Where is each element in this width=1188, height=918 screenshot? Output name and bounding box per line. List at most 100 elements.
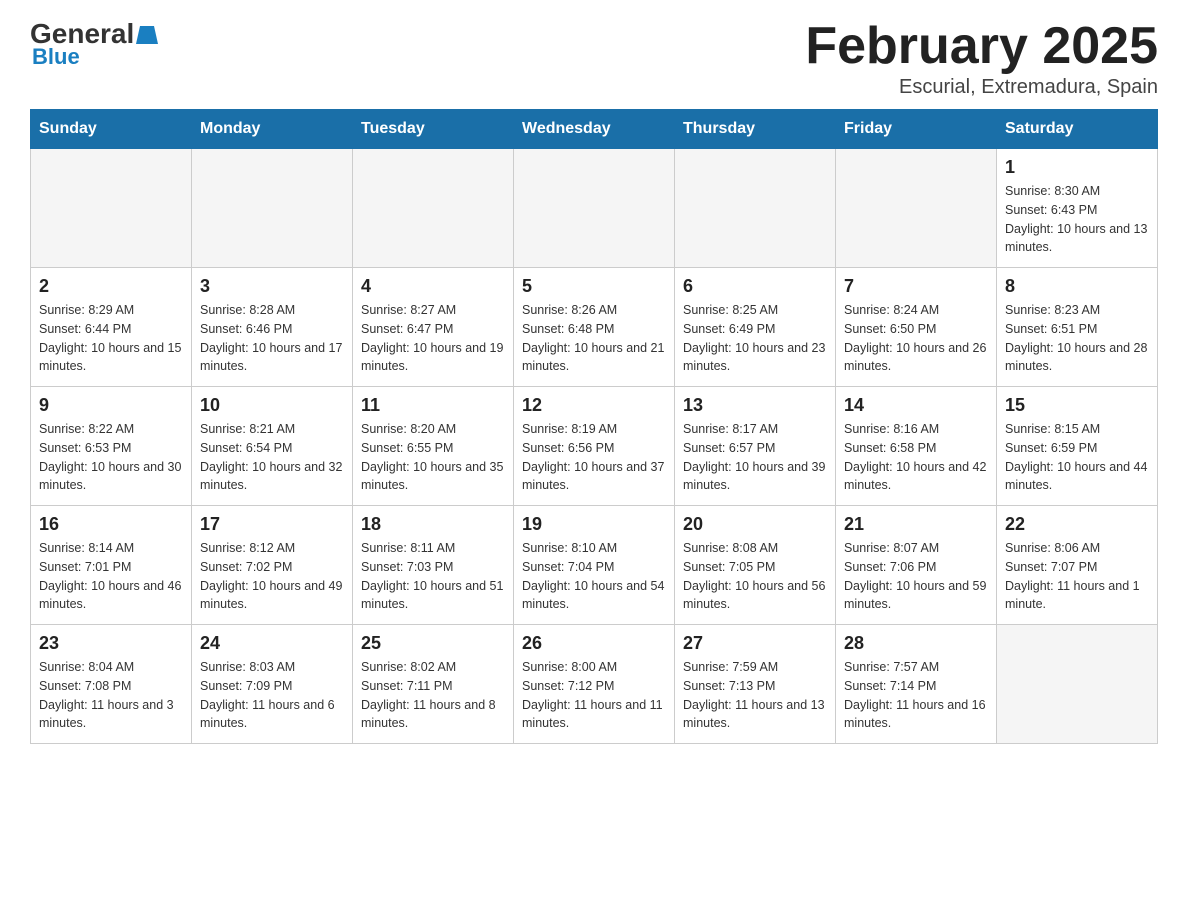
day-number: 14 [844, 395, 988, 416]
day-number: 20 [683, 514, 827, 535]
calendar-cell: 10 Sunrise: 8:21 AMSunset: 6:54 PMDayligh… [192, 387, 353, 506]
day-number: 13 [683, 395, 827, 416]
day-detail: Sunrise: 8:20 AMSunset: 6:55 PMDaylight:… [361, 420, 505, 495]
day-detail: Sunrise: 8:03 AMSunset: 7:09 PMDaylight:… [200, 658, 344, 733]
calendar-header-tuesday: Tuesday [353, 110, 514, 149]
day-detail: Sunrise: 8:10 AMSunset: 7:04 PMDaylight:… [522, 539, 666, 614]
day-number: 4 [361, 276, 505, 297]
day-number: 24 [200, 633, 344, 654]
day-number: 28 [844, 633, 988, 654]
day-number: 11 [361, 395, 505, 416]
logo: General Blue [30, 20, 158, 70]
day-number: 22 [1005, 514, 1149, 535]
day-detail: Sunrise: 8:17 AMSunset: 6:57 PMDaylight:… [683, 420, 827, 495]
day-number: 21 [844, 514, 988, 535]
calendar-cell [514, 149, 675, 268]
calendar-cell [353, 149, 514, 268]
day-detail: Sunrise: 8:14 AMSunset: 7:01 PMDaylight:… [39, 539, 183, 614]
day-number: 10 [200, 395, 344, 416]
calendar-header-monday: Monday [192, 110, 353, 149]
day-detail: Sunrise: 8:29 AMSunset: 6:44 PMDaylight:… [39, 301, 183, 376]
calendar-cell: 8 Sunrise: 8:23 AMSunset: 6:51 PMDaylight… [997, 268, 1158, 387]
calendar-cell [836, 149, 997, 268]
day-detail: Sunrise: 8:16 AMSunset: 6:58 PMDaylight:… [844, 420, 988, 495]
day-detail: Sunrise: 8:00 AMSunset: 7:12 PMDaylight:… [522, 658, 666, 733]
day-detail: Sunrise: 8:23 AMSunset: 6:51 PMDaylight:… [1005, 301, 1149, 376]
calendar-cell: 23Sunrise: 8:04 AMSunset: 7:08 PMDayligh… [31, 625, 192, 744]
title-area: February 2025 Escurial, Extremadura, Spa… [805, 20, 1158, 99]
day-number: 3 [200, 276, 344, 297]
calendar-cell: 28 Sunrise: 7:57 AMSunset: 7:14 PMDayligh… [836, 625, 997, 744]
day-detail: Sunrise: 8:22 AMSunset: 6:53 PMDaylight:… [39, 420, 183, 495]
day-detail: Sunrise: 8:28 AMSunset: 6:46 PMDaylight:… [200, 301, 344, 376]
calendar-cell: 21 Sunrise: 8:07 AMSunset: 7:06 PMDayligh… [836, 506, 997, 625]
month-title: February 2025 [805, 20, 1158, 72]
calendar-cell: 22 Sunrise: 8:06 AMSunset: 7:07 PMDayligh… [997, 506, 1158, 625]
day-number: 27 [683, 633, 827, 654]
calendar-header-saturday: Saturday [997, 110, 1158, 149]
calendar-cell: 3 Sunrise: 8:28 AMSunset: 6:46 PMDaylight… [192, 268, 353, 387]
day-detail: Sunrise: 8:27 AMSunset: 6:47 PMDaylight:… [361, 301, 505, 376]
calendar-cell: 14 Sunrise: 8:16 AMSunset: 6:58 PMDayligh… [836, 387, 997, 506]
day-detail: Sunrise: 8:15 AMSunset: 6:59 PMDaylight:… [1005, 420, 1149, 495]
calendar-week-row: 23Sunrise: 8:04 AMSunset: 7:08 PMDayligh… [31, 625, 1158, 744]
day-detail: Sunrise: 8:26 AMSunset: 6:48 PMDaylight:… [522, 301, 666, 376]
day-number: 23 [39, 633, 183, 654]
day-number: 7 [844, 276, 988, 297]
calendar-header-sunday: Sunday [31, 110, 192, 149]
day-detail: Sunrise: 8:25 AMSunset: 6:49 PMDaylight:… [683, 301, 827, 376]
calendar-cell: 13 Sunrise: 8:17 AMSunset: 6:57 PMDayligh… [675, 387, 836, 506]
day-number: 5 [522, 276, 666, 297]
calendar-cell: 17 Sunrise: 8:12 AMSunset: 7:02 PMDayligh… [192, 506, 353, 625]
page-header: General Blue February 2025 Escurial, Ext… [30, 20, 1158, 99]
day-detail: Sunrise: 8:30 AMSunset: 6:43 PMDaylight:… [1005, 182, 1149, 257]
day-number: 1 [1005, 157, 1149, 178]
calendar-cell: 5 Sunrise: 8:26 AMSunset: 6:48 PMDaylight… [514, 268, 675, 387]
calendar-cell: 16 Sunrise: 8:14 AMSunset: 7:01 PMDayligh… [31, 506, 192, 625]
calendar-cell: 15 Sunrise: 8:15 AMSunset: 6:59 PMDayligh… [997, 387, 1158, 506]
day-number: 18 [361, 514, 505, 535]
calendar-week-row: 9 Sunrise: 8:22 AMSunset: 6:53 PMDaylight… [31, 387, 1158, 506]
day-number: 26 [522, 633, 666, 654]
day-detail: Sunrise: 8:06 AMSunset: 7:07 PMDaylight:… [1005, 539, 1149, 614]
logo-triangle-icon [134, 24, 158, 44]
calendar-week-row: 1 Sunrise: 8:30 AMSunset: 6:43 PMDaylight… [31, 149, 1158, 268]
day-detail: Sunrise: 8:07 AMSunset: 7:06 PMDaylight:… [844, 539, 988, 614]
calendar-cell: 24 Sunrise: 8:03 AMSunset: 7:09 PMDayligh… [192, 625, 353, 744]
calendar-cell: 20 Sunrise: 8:08 AMSunset: 7:05 PMDayligh… [675, 506, 836, 625]
calendar-cell [997, 625, 1158, 744]
day-number: 16 [39, 514, 183, 535]
day-number: 12 [522, 395, 666, 416]
calendar-cell: 1 Sunrise: 8:30 AMSunset: 6:43 PMDaylight… [997, 149, 1158, 268]
day-detail: Sunrise: 8:24 AMSunset: 6:50 PMDaylight:… [844, 301, 988, 376]
calendar-cell: 11 Sunrise: 8:20 AMSunset: 6:55 PMDayligh… [353, 387, 514, 506]
day-detail: Sunrise: 7:59 AMSunset: 7:13 PMDaylight:… [683, 658, 827, 733]
calendar-week-row: 16 Sunrise: 8:14 AMSunset: 7:01 PMDayligh… [31, 506, 1158, 625]
logo-blue-text: Blue [30, 44, 80, 70]
day-detail: Sunrise: 8:12 AMSunset: 7:02 PMDaylight:… [200, 539, 344, 614]
day-detail: Sunrise: 8:11 AMSunset: 7:03 PMDaylight:… [361, 539, 505, 614]
day-number: 6 [683, 276, 827, 297]
calendar-header-wednesday: Wednesday [514, 110, 675, 149]
day-number: 19 [522, 514, 666, 535]
day-detail: Sunrise: 8:08 AMSunset: 7:05 PMDaylight:… [683, 539, 827, 614]
day-detail: Sunrise: 7:57 AMSunset: 7:14 PMDaylight:… [844, 658, 988, 733]
day-number: 15 [1005, 395, 1149, 416]
calendar-week-row: 2 Sunrise: 8:29 AMSunset: 6:44 PMDaylight… [31, 268, 1158, 387]
calendar-cell [31, 149, 192, 268]
calendar-cell [675, 149, 836, 268]
day-number: 17 [200, 514, 344, 535]
calendar-cell: 27 Sunrise: 7:59 AMSunset: 7:13 PMDayligh… [675, 625, 836, 744]
day-detail: Sunrise: 8:21 AMSunset: 6:54 PMDaylight:… [200, 420, 344, 495]
day-number: 9 [39, 395, 183, 416]
day-number: 8 [1005, 276, 1149, 297]
calendar-header-friday: Friday [836, 110, 997, 149]
day-number: 25 [361, 633, 505, 654]
calendar-cell: 2 Sunrise: 8:29 AMSunset: 6:44 PMDaylight… [31, 268, 192, 387]
day-number: 2 [39, 276, 183, 297]
calendar-cell: 26 Sunrise: 8:00 AMSunset: 7:12 PMDayligh… [514, 625, 675, 744]
calendar-cell: 4 Sunrise: 8:27 AMSunset: 6:47 PMDaylight… [353, 268, 514, 387]
calendar-cell: 7 Sunrise: 8:24 AMSunset: 6:50 PMDaylight… [836, 268, 997, 387]
calendar-cell: 19 Sunrise: 8:10 AMSunset: 7:04 PMDayligh… [514, 506, 675, 625]
location: Escurial, Extremadura, Spain [805, 76, 1158, 99]
